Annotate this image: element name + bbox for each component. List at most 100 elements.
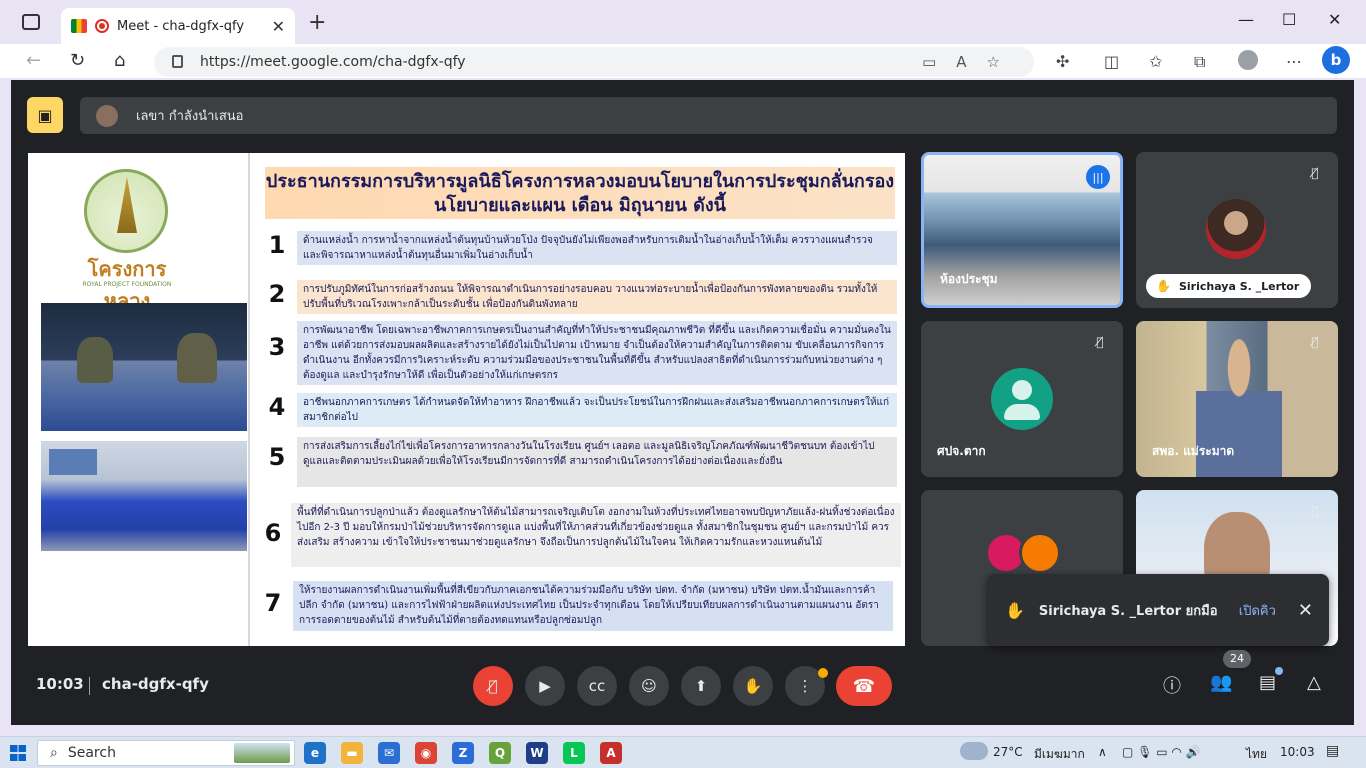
collections-icon[interactable]: ⧉ <box>1194 52 1205 72</box>
participant-name: สพอ. แม่ระมาด <box>1152 444 1235 458</box>
emoji-button[interactable]: ☺ <box>629 666 669 706</box>
back-arrow-icon[interactable]: ← <box>26 50 41 71</box>
meeting-details-icon[interactable]: ⓘ <box>1163 672 1181 698</box>
speaking-indicator-icon: ||| <box>1086 165 1110 189</box>
participant-avatar <box>1019 532 1061 574</box>
notifications-icon[interactable]: ▤ <box>1326 743 1339 759</box>
zoom-icon[interactable]: Z <box>452 742 474 764</box>
meeting-clock: 10:03 <box>36 675 84 693</box>
mic-off-button[interactable]: 🎙̸ <box>473 666 513 706</box>
profile-avatar[interactable] <box>1238 50 1258 70</box>
bing-copilot-icon[interactable]: b <box>1322 46 1350 74</box>
minimize-button[interactable]: — <box>1238 10 1254 29</box>
camera-button[interactable]: ▶ <box>525 666 565 706</box>
presentation-toggle-icon[interactable]: ▣ <box>27 97 63 133</box>
raise-hand-button[interactable]: ✋ <box>733 666 773 706</box>
address-toolbar: ← ↻ ⌂ https://meet.google.com/cha-dgfx-q… <box>0 44 1366 78</box>
notification-dot <box>818 668 828 678</box>
close-tab-icon[interactable]: ✕ <box>272 17 285 36</box>
participant-avatar <box>1206 199 1266 259</box>
tray-expand-icon[interactable]: ∧ <box>1098 745 1107 759</box>
logo-subtext: ROYAL PROJECT FOUNDATION <box>82 281 172 288</box>
default-avatar-icon <box>991 368 1053 430</box>
close-notification-icon[interactable]: ✕ <box>1298 600 1313 621</box>
windows-taskbar: ⌕ Search e ▬ ✉ ◉ Z Q W L A 27°C มีเมฆมาก… <box>0 736 1366 768</box>
present-button[interactable]: ⬆ <box>681 666 721 706</box>
royal-project-logo: โครงการหลวง ROYAL PROJECT FOUNDATION <box>72 169 182 313</box>
system-clock[interactable]: 10:03 <box>1280 745 1315 759</box>
mic-off-icon: 🎙̸ <box>1311 166 1319 180</box>
windows-start-icon[interactable] <box>10 745 26 761</box>
favorites-icon[interactable]: ✩ <box>1149 52 1162 71</box>
browser-tab-meet[interactable]: Meet - cha-dgfx-qfy ✕ <box>61 8 295 44</box>
participant-tile-sorpor[interactable]: 🎙̸ สพอ. แม่ระมาด <box>1136 321 1338 477</box>
captions-button[interactable]: cc <box>577 666 617 706</box>
leave-call-button[interactable]: ☎ <box>836 666 892 706</box>
input-language[interactable]: ไทย <box>1246 745 1267 764</box>
mail-icon[interactable]: ✉ <box>378 742 400 764</box>
item-number: 1 <box>268 231 286 259</box>
search-icon: ⌕ <box>50 745 58 761</box>
search-highlight-image <box>234 743 290 763</box>
mic-off-icon: 🎙̸ <box>1311 335 1319 349</box>
app-icon[interactable]: Q <box>489 742 511 764</box>
meeting-photo-officials <box>41 303 247 431</box>
tray-status-icons[interactable]: ▢ 🎙 ▭ ◠ 🔊 <box>1122 745 1201 759</box>
meet-stage: ▣ เลขา กำลังนำเสนอ โครงการหลวง ROYAL PRO… <box>11 80 1354 725</box>
chrome-icon[interactable]: ◉ <box>415 742 437 764</box>
people-icon[interactable]: 👥 <box>1210 672 1232 693</box>
taskbar-search[interactable]: ⌕ Search <box>37 740 295 766</box>
participant-count-badge: 24 <box>1223 650 1251 668</box>
item-number: 3 <box>268 333 286 361</box>
item-number: 5 <box>268 443 286 471</box>
new-tab-button[interactable]: + <box>308 10 326 35</box>
meeting-code: cha-dgfx-qfy <box>102 675 209 693</box>
item-number: 2 <box>268 280 286 308</box>
browser-tab-bar: Meet - cha-dgfx-qfy ✕ + — ☐ ✕ <box>0 0 1366 44</box>
file-explorer-icon[interactable]: ▬ <box>341 742 363 764</box>
slide-content: ประธานกรรมการบริหารมูลนิธิโครงการหลวงมอบ… <box>252 153 905 646</box>
tab-actions-icon[interactable] <box>22 14 40 30</box>
item-text: อาชีพนอกภาคการเกษตร ได้กำหนดจัดให้ทำอาหา… <box>297 393 897 427</box>
raise-hand-icon: ✋ <box>1005 600 1025 620</box>
close-window-button[interactable]: ✕ <box>1328 10 1341 29</box>
split-screen-icon[interactable]: ◫ <box>1104 52 1119 71</box>
chat-icon[interactable]: ▤ <box>1259 672 1276 693</box>
participant-name: Sirichaya S. _Lertor <box>1178 279 1300 293</box>
participant-tile-room[interactable]: ||| ห้องประชุม <box>921 152 1123 308</box>
activities-icon[interactable]: △ <box>1307 672 1321 693</box>
item-number: 7 <box>264 589 282 617</box>
refresh-icon[interactable]: ↻ <box>70 50 85 71</box>
slide-sidebar: โครงการหลวง ROYAL PROJECT FOUNDATION <box>28 153 250 646</box>
line-icon[interactable]: L <box>563 742 585 764</box>
lock-icon <box>172 55 183 68</box>
more-menu-icon[interactable]: ⋯ <box>1286 52 1302 71</box>
item-number: 6 <box>264 519 282 547</box>
edge-browser-icon[interactable]: e <box>304 742 326 764</box>
url-field[interactable]: https://meet.google.com/cha-dgfx-qfy ▭A☆ <box>154 47 1034 77</box>
maximize-button[interactable]: ☐ <box>1282 10 1296 29</box>
meet-favicon-icon <box>71 19 87 33</box>
item-number: 4 <box>268 393 286 421</box>
weather-cloud-icon[interactable] <box>960 742 988 760</box>
item-text: ด้านแหล่งน้ำ การหาน้ำจากแหล่งน้ำต้นทุนบ้… <box>297 231 897 265</box>
slide-headline: ประธานกรรมการบริหารมูลนิธิโครงการหลวงมอบ… <box>265 167 895 219</box>
item-text: การพัฒนาอาชีพ โดยเฉพาะอาชีพภาคการเกษตรเป… <box>297 321 897 385</box>
participant-tile-sorpj[interactable]: 🎙̸ ศปจ.ตาก <box>921 321 1123 477</box>
chat-unread-dot <box>1275 667 1283 675</box>
presenter-bar: เลขา กำลังนำเสนอ <box>80 97 1337 134</box>
raised-hand-badge: ✋ Sirichaya S. _Lertor <box>1146 274 1312 298</box>
participant-tile-sirichaya[interactable]: 🎙̸ ✋ Sirichaya S. _Lertor <box>1136 152 1338 308</box>
extensions-icon[interactable]: ✣ <box>1056 52 1069 71</box>
item-text: พื้นที่ที่ดำเนินการปลูกป่าแล้ว ต้องดูแลร… <box>291 503 901 567</box>
home-icon[interactable]: ⌂ <box>114 50 125 71</box>
pdf-reader-icon[interactable]: A <box>600 742 622 764</box>
presenter-avatar <box>96 104 118 127</box>
open-queue-button[interactable]: เปิดคิว <box>1239 600 1276 621</box>
participant-name: ห้องประชุม <box>940 272 998 286</box>
word-icon[interactable]: W <box>526 742 548 764</box>
url-text: https://meet.google.com/cha-dgfx-qfy <box>200 54 466 70</box>
temperature-text: 27°C <box>993 745 1023 759</box>
address-bar-actions-icon[interactable]: ▭A☆ <box>922 53 1020 71</box>
presentation-slide: โครงการหลวง ROYAL PROJECT FOUNDATION ประ… <box>28 153 905 646</box>
